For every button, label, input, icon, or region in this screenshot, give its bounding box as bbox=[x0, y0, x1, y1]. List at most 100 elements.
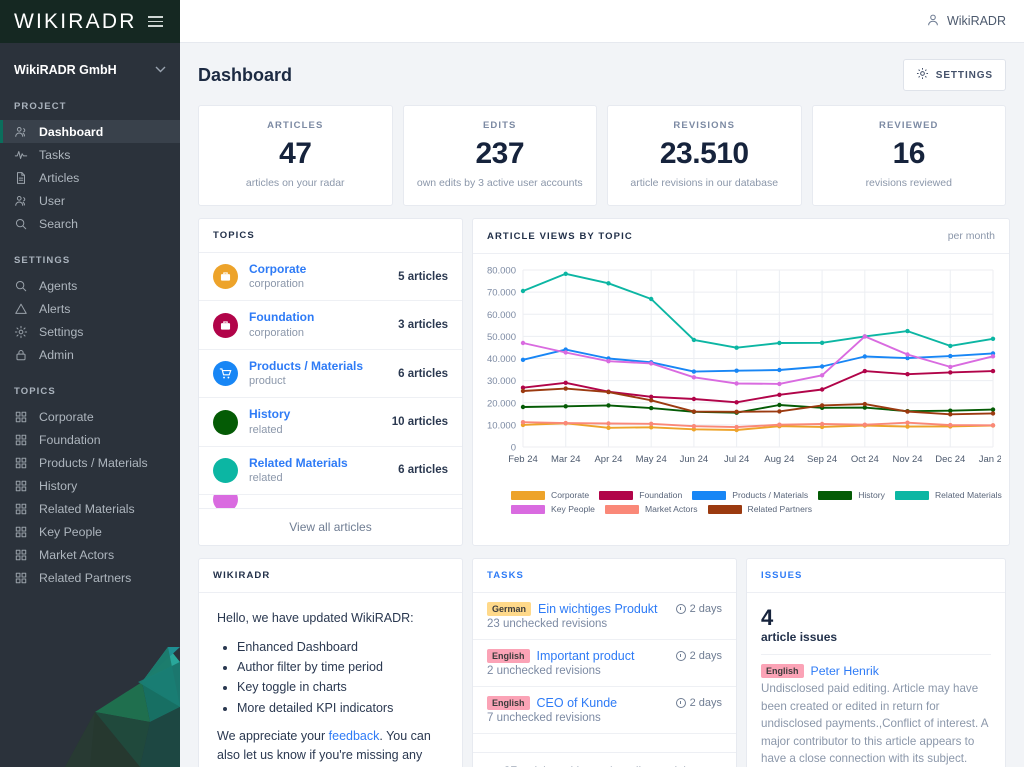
topic-kind: related bbox=[249, 472, 283, 485]
news-card-title: WIKIRADR bbox=[213, 570, 271, 582]
topic-name[interactable]: Foundation bbox=[249, 310, 387, 325]
decorative-polygon-graphic bbox=[65, 647, 180, 767]
issues-list: English Peter Henrik Undisclosed paid edit… bbox=[761, 654, 991, 767]
task-language-badge: English bbox=[487, 696, 530, 711]
sidebar-item-history[interactable]: History bbox=[0, 474, 180, 497]
topic-article-count: 3 articles bbox=[398, 319, 448, 332]
task-row[interactable]: English Important product 2 days 2 unchecke… bbox=[473, 640, 736, 688]
sidebar-item-related-materials[interactable]: Related Materials bbox=[0, 497, 180, 520]
sidebar-item-alerts[interactable]: Alerts bbox=[0, 297, 180, 320]
kpi-sub: revisions reviewed bbox=[865, 177, 952, 189]
feedback-link[interactable]: feedback bbox=[329, 729, 380, 743]
legend-item[interactable]: Corporate bbox=[511, 490, 589, 500]
svg-text:Jan 25: Jan 25 bbox=[979, 454, 1001, 465]
sidebar-item-label: Related Materials bbox=[39, 501, 135, 516]
sidebar-item-label: Agents bbox=[39, 278, 78, 293]
sidebar-item-label: Settings bbox=[39, 324, 84, 339]
sidebar-item-products-materials[interactable]: Products / Materials bbox=[0, 451, 180, 474]
tasks-footer-link[interactable]: 37 articles with new/pending revisions bbox=[473, 752, 736, 767]
legend-item[interactable]: Key People bbox=[511, 504, 595, 514]
svg-text:Apr 24: Apr 24 bbox=[594, 454, 622, 465]
sidebar: WIKIRADR WikiRADR GmbH PROJECT Dashboard T… bbox=[0, 0, 180, 767]
topic-name[interactable]: History bbox=[249, 407, 381, 422]
svg-text:Sep 24: Sep 24 bbox=[807, 454, 837, 465]
user-menu[interactable]: WikiRADR bbox=[926, 13, 1006, 30]
issues-body: 4 article issues English Peter Henrik Undi… bbox=[747, 593, 1005, 767]
hamburger-icon[interactable] bbox=[145, 13, 166, 30]
gear-icon bbox=[916, 67, 929, 83]
tasks-card-header: TASKS bbox=[473, 559, 736, 594]
topic-row[interactable]: Products / Materials product 6 articles bbox=[199, 350, 462, 399]
page-header: Dashboard SETTINGS bbox=[198, 59, 1006, 91]
topics-card-header: TOPICS bbox=[199, 219, 462, 253]
line-chart[interactable]: 0 10.000 20.000 30.000 40.000 50.000 60.000 70.… bbox=[477, 262, 1007, 477]
svg-text:Jul 24: Jul 24 bbox=[724, 454, 749, 465]
org-switcher[interactable]: WikiRADR GmbH bbox=[0, 43, 180, 95]
issue-header: English Peter Henrik bbox=[761, 664, 991, 679]
sidebar-item-tasks[interactable]: Tasks bbox=[0, 143, 180, 166]
blank-icon bbox=[213, 457, 238, 483]
topic-color-dot bbox=[213, 495, 238, 509]
sidebar-item-related-partners[interactable]: Related Partners bbox=[0, 566, 180, 589]
topic-name[interactable]: Related Materials bbox=[249, 456, 387, 471]
topic-info: Products / Materials product bbox=[249, 359, 387, 388]
topic-row[interactable]: Foundation corporation 3 articles bbox=[199, 301, 462, 350]
svg-text:0: 0 bbox=[511, 443, 516, 454]
sidebar-item-admin[interactable]: Admin bbox=[0, 343, 180, 366]
topbar: WikiRADR bbox=[180, 0, 1024, 43]
sidebar-item-market-actors[interactable]: Market Actors bbox=[0, 543, 180, 566]
task-due-time: 2 days bbox=[675, 650, 722, 662]
issues-card-header: ISSUES bbox=[747, 559, 1005, 594]
task-language-badge: English bbox=[487, 649, 530, 664]
sidebar-item-label: Products / Materials bbox=[39, 455, 148, 470]
kpi-sub: article revisions in our database bbox=[630, 177, 779, 189]
sidebar-item-label: Search bbox=[39, 216, 78, 231]
sidebar-item-agents[interactable]: Agents bbox=[0, 274, 180, 297]
legend-label: Corporate bbox=[551, 490, 590, 500]
sidebar-item-articles[interactable]: Articles bbox=[0, 166, 180, 189]
svg-text:Mar 24: Mar 24 bbox=[551, 454, 581, 465]
sidebar-item-dashboard[interactable]: Dashboard bbox=[0, 120, 180, 143]
sidebar-item-key-people[interactable]: Key People bbox=[0, 520, 180, 543]
clock-icon bbox=[675, 604, 686, 615]
sidebar-item-search[interactable]: Search bbox=[0, 212, 180, 235]
topic-row-partial[interactable] bbox=[199, 495, 462, 509]
issue-title[interactable]: Peter Henrik bbox=[811, 664, 879, 678]
legend-swatch bbox=[707, 504, 742, 514]
legend-item[interactable]: History bbox=[818, 490, 885, 500]
topics-card: TOPICS Corporate corporation 5 articles Fou… bbox=[198, 218, 463, 547]
sidebar-item-user[interactable]: User bbox=[0, 189, 180, 212]
view-all-articles-link[interactable]: View all articles bbox=[199, 508, 462, 545]
kpi-label: REVIEWED bbox=[879, 120, 939, 131]
topic-row[interactable]: History related 10 articles bbox=[199, 398, 462, 447]
sidebar-item-label: History bbox=[39, 478, 78, 493]
sidebar-item-foundation[interactable]: Foundation bbox=[0, 428, 180, 451]
topic-name[interactable]: Products / Materials bbox=[249, 359, 387, 374]
task-row[interactable]: English CEO of Kunde 2 days 7 unchecked rev… bbox=[473, 687, 736, 735]
settings-button[interactable]: SETTINGS bbox=[902, 59, 1006, 91]
grid-icon bbox=[14, 548, 28, 562]
news-bullet: Author filter by time period bbox=[237, 658, 444, 677]
settings-button-label: SETTINGS bbox=[935, 69, 993, 81]
legend-item[interactable]: Market Actors bbox=[604, 504, 698, 514]
sidebar-item-corporate[interactable]: Corporate bbox=[0, 405, 180, 428]
topic-row[interactable]: Corporate corporation 5 articles bbox=[199, 253, 462, 302]
task-title[interactable]: Ein wichtiges Produkt bbox=[538, 602, 669, 616]
sidebar-item-label: Alerts bbox=[39, 301, 71, 316]
task-due-label: 2 days bbox=[689, 603, 722, 616]
sidebar-item-settings[interactable]: Settings bbox=[0, 320, 180, 343]
task-row[interactable]: German Ein wichtiges Produkt 2 days 23 unch… bbox=[473, 593, 736, 641]
task-title[interactable]: CEO of Kunde bbox=[537, 696, 669, 710]
kpi-value: 47 bbox=[279, 137, 312, 170]
issue-item[interactable]: English Peter Henrik Undisclosed paid edit… bbox=[761, 654, 991, 767]
legend-item[interactable]: Related Materials bbox=[894, 490, 1002, 500]
topic-name[interactable]: Corporate bbox=[249, 262, 387, 277]
legend-item[interactable]: Related Partners bbox=[707, 504, 812, 514]
legend-label: Key People bbox=[551, 504, 595, 514]
task-title[interactable]: Important product bbox=[537, 649, 669, 663]
legend-item[interactable]: Foundation bbox=[599, 490, 682, 500]
briefcase-icon bbox=[213, 264, 238, 290]
topic-row[interactable]: Related Materials related 6 articles bbox=[199, 447, 462, 496]
legend-item[interactable]: Products / Materials bbox=[692, 490, 808, 500]
